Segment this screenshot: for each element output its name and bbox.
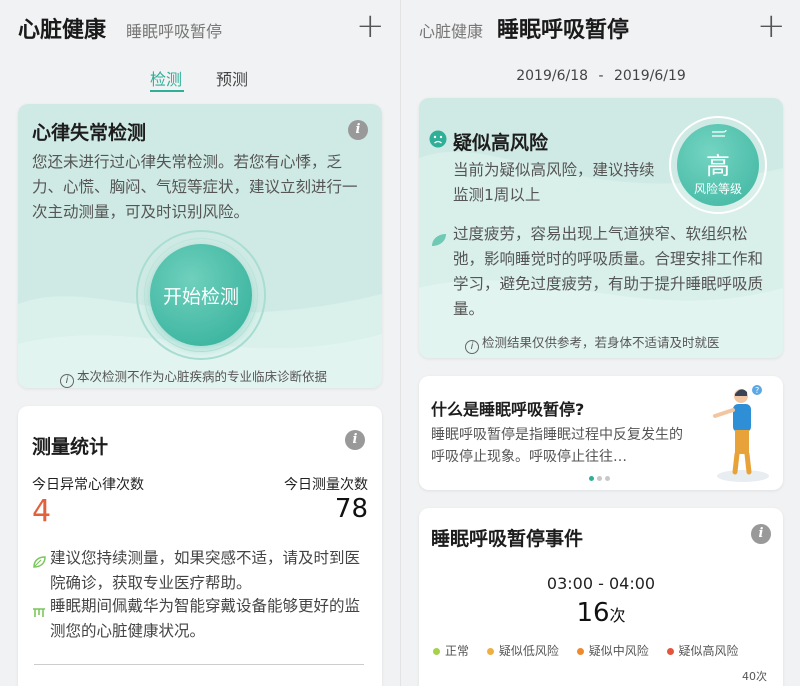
carousel-dot-active bbox=[589, 476, 594, 481]
abnormal-count-value: 4 bbox=[32, 494, 52, 529]
legend-dot-mid bbox=[576, 648, 584, 655]
leaf-icon bbox=[431, 232, 447, 251]
info-icon[interactable]: i bbox=[751, 524, 771, 544]
top-bar: 心脏健康 睡眠呼吸暂停 + bbox=[401, 0, 800, 56]
legend-label-high: 疑似高风险 bbox=[678, 644, 739, 658]
measure-count-label: 今日测量次数 bbox=[284, 477, 368, 493]
page-title: 心脏健康 bbox=[18, 18, 107, 43]
events-legend: 正常 疑似低风险 疑似中风险 疑似高风险 bbox=[433, 642, 773, 659]
legend-item-mid: 疑似中风险 bbox=[576, 644, 649, 658]
tab-detect-label: 检测 bbox=[150, 70, 183, 89]
svg-text:?: ? bbox=[755, 386, 759, 395]
heart-health-screen: 心脏健康 睡眠呼吸暂停 + 检测 预测 心律失常检测 i 您还未进行过心律失常检… bbox=[0, 0, 400, 686]
arrhythmia-title: 心律失常检测 bbox=[32, 122, 147, 144]
wind-icon bbox=[711, 124, 729, 143]
abnormal-count-label: 今日异常心律次数 bbox=[32, 477, 144, 493]
arrhythmia-disclaimer-text: 本次检测不作为心脏疾病的专业临床诊断依据 bbox=[77, 369, 328, 384]
events-count-unit: 次 bbox=[609, 606, 626, 625]
risk-description: 当前为疑似高风险，建议持续监测1周以上 bbox=[453, 161, 655, 204]
start-detect-button[interactable]: 开始检测 bbox=[136, 230, 266, 360]
date-start: 2019/6/18 bbox=[516, 68, 589, 84]
legend-item-low: 疑似低风险 bbox=[486, 644, 559, 658]
events-count-row: 16次 bbox=[419, 598, 783, 628]
legend-dot-high bbox=[666, 648, 674, 655]
risk-level-badge: 高 风险等级 bbox=[669, 116, 767, 214]
leaf-icon bbox=[32, 554, 46, 573]
risk-title: 疑似高风险 bbox=[453, 132, 549, 154]
legend-label-low: 疑似低风险 bbox=[498, 644, 559, 658]
risk-level-value: 高 bbox=[706, 152, 730, 180]
heart-health-link[interactable]: 心脏健康 bbox=[419, 18, 483, 42]
legend-item-normal: 正常 bbox=[433, 644, 469, 658]
wearable-icon bbox=[32, 604, 46, 623]
info-small-icon: i bbox=[465, 340, 479, 354]
risk-disclaimer: i 检测结果仅供参考，若身体不适请及时就医 bbox=[465, 332, 720, 354]
risk-advice: 过度疲劳，容易出现上气道狭窄、软组织松弛，影响睡觉时的呼吸质量。合理安排工作和学… bbox=[453, 225, 764, 318]
arrhythmia-card: 心律失常检测 i 您还未进行过心律失常检测。若您有心悸，乏力、心慌、胸闷、气短等… bbox=[18, 104, 382, 388]
sleep-apnea-link[interactable]: 睡眠呼吸暂停 bbox=[126, 18, 222, 42]
person-thinking-illustration: ? bbox=[713, 385, 769, 482]
chart-axis-max: 40次 bbox=[742, 670, 767, 683]
tab-predict[interactable]: 预测 bbox=[216, 66, 248, 90]
add-icon[interactable]: + bbox=[356, 6, 385, 46]
events-time-range: 03:00 - 04:00 bbox=[546, 574, 656, 593]
events-title: 睡眠呼吸暂停事件 bbox=[431, 528, 584, 550]
sad-face-icon bbox=[429, 130, 447, 152]
add-icon[interactable]: + bbox=[757, 6, 786, 46]
legend-dot-normal bbox=[433, 648, 440, 655]
legend-label-normal: 正常 bbox=[445, 644, 470, 658]
carousel-dot bbox=[605, 476, 610, 481]
tab-active-indicator bbox=[150, 90, 184, 92]
stats-title: 测量统计 bbox=[32, 436, 109, 458]
page-title: 睡眠呼吸暂停 bbox=[497, 18, 630, 43]
info-icon[interactable]: i bbox=[348, 120, 368, 140]
tab-detect[interactable]: 检测 bbox=[150, 66, 186, 94]
date-separator: - bbox=[598, 68, 604, 84]
arrhythmia-disclaimer: i 本次检测不作为心脏疾病的专业临床诊断依据 bbox=[60, 366, 327, 388]
legend-dot-low bbox=[486, 648, 494, 655]
divider bbox=[34, 664, 364, 665]
carousel-dot bbox=[597, 476, 602, 481]
events-count-value: 16 bbox=[576, 598, 610, 628]
arrhythmia-description: 您还未进行过心律失常检测。若您有心悸，乏力、心慌、胸闷、气短等症状，建议立刻进行… bbox=[32, 153, 358, 221]
date-range[interactable]: 2019/6/18 - 2019/6/19 bbox=[401, 68, 800, 84]
apnea-info-card[interactable]: 什么是睡眠呼吸暂停? 睡眠呼吸暂停是指睡眠过程中反复发生的呼吸停止现象。呼吸停止… bbox=[419, 376, 783, 490]
tab-predict-label: 预测 bbox=[216, 70, 249, 89]
stats-card: 测量统计 i 今日异常心律次数 4 今日测量次数 78 建议您持续测量，如果突感… bbox=[18, 406, 382, 686]
date-end: 2019/6/19 bbox=[613, 68, 686, 84]
measure-count-value: 78 bbox=[334, 494, 368, 524]
risk-disclaimer-text: 检测结果仅供参考，若身体不适请及时就医 bbox=[482, 335, 720, 350]
sleep-apnea-screen: 心脏健康 睡眠呼吸暂停 + 2019/6/18 - 2019/6/19 疑似高风… bbox=[400, 0, 800, 686]
risk-card: 疑似高风险 当前为疑似高风险，建议持续监测1周以上 高 风险等级 过度疲劳，容易… bbox=[419, 98, 783, 358]
info-small-icon: i bbox=[60, 374, 74, 388]
start-button-label: 开始检测 bbox=[162, 286, 239, 308]
risk-level-label: 风险等级 bbox=[693, 182, 742, 196]
info-card-title: 什么是睡眠呼吸暂停? bbox=[431, 400, 585, 419]
legend-item-high: 疑似高风险 bbox=[666, 644, 739, 658]
carousel-dots[interactable] bbox=[589, 476, 619, 482]
top-bar: 心脏健康 睡眠呼吸暂停 + bbox=[0, 0, 400, 56]
tip-wearable: 睡眠期间佩戴华为智能穿戴设备能够更好的监测您的心脏健康状况。 bbox=[50, 597, 361, 640]
tip-measure: 建议您持续测量，如果突感不适，请及时到医院确诊，获取专业医疗帮助。 bbox=[50, 549, 361, 592]
info-card-body: 睡眠呼吸暂停是指睡眠过程中反复发生的呼吸停止现象。呼吸停止往往… bbox=[431, 427, 683, 465]
apnea-events-card: 睡眠呼吸暂停事件 i 03:00 - 04:00 16次 正常 疑似低风险 疑似… bbox=[419, 508, 783, 686]
legend-label-mid: 疑似中风险 bbox=[588, 644, 649, 658]
info-icon[interactable]: i bbox=[345, 430, 365, 450]
